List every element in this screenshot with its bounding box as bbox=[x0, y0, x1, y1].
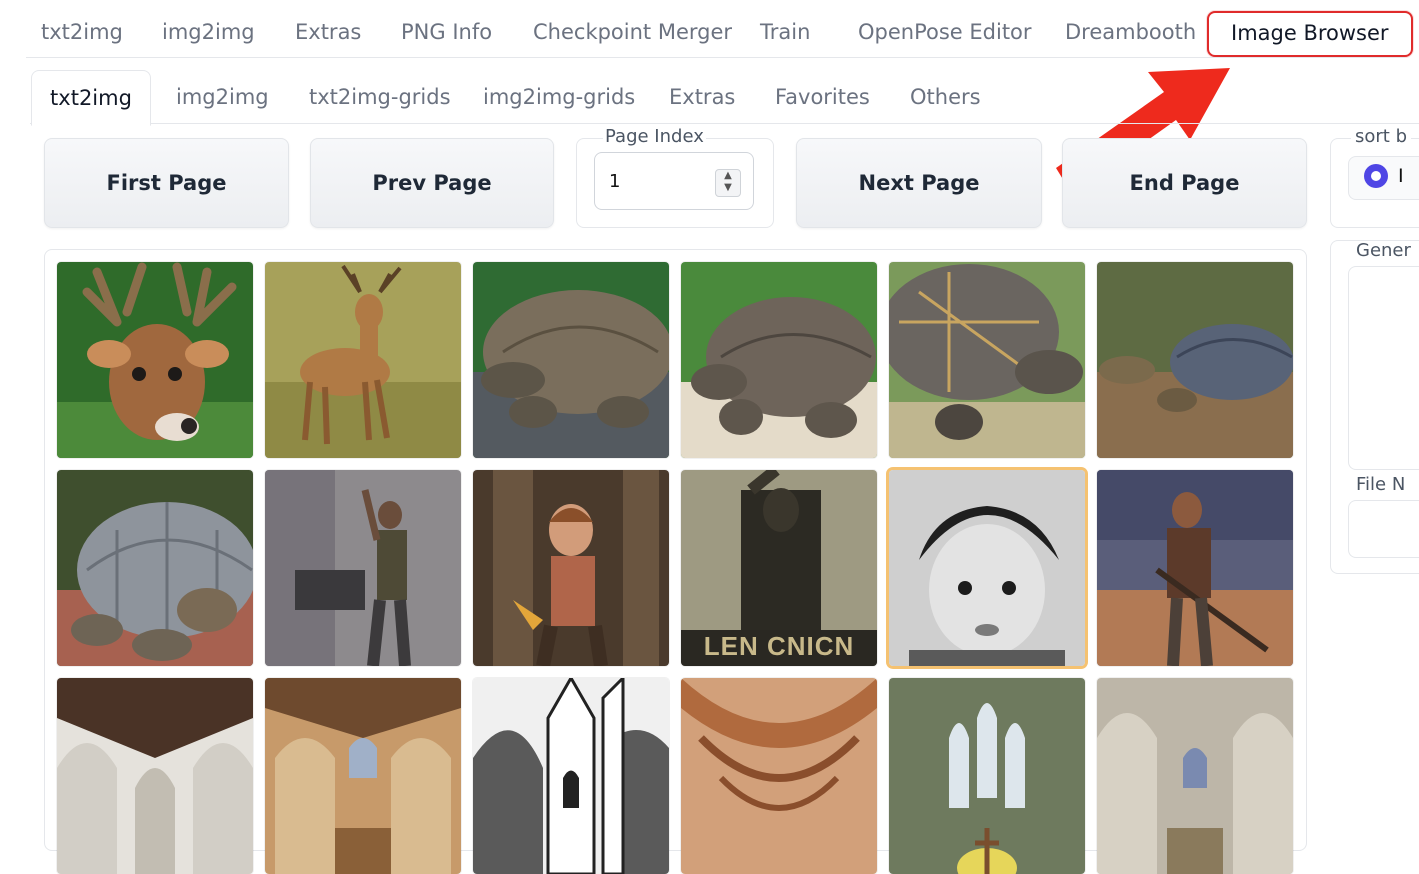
church-interior-image bbox=[265, 678, 461, 874]
image-gallery: LEN CNICN bbox=[44, 249, 1307, 874]
boy-reading-image bbox=[473, 470, 669, 666]
gallery-thumbnail-hunter[interactable] bbox=[1097, 470, 1293, 666]
tab-train[interactable]: Train bbox=[760, 10, 810, 54]
number-stepper-icon[interactable]: ▲ ▼ bbox=[715, 169, 741, 197]
turtle-image bbox=[681, 262, 877, 458]
tab-extras[interactable]: Extras bbox=[295, 10, 361, 54]
tab-image-browser[interactable]: Image Browser bbox=[1207, 11, 1413, 57]
sort-by-label: sort b bbox=[1351, 126, 1411, 147]
church-interior-image bbox=[681, 678, 877, 874]
church-sketch-image bbox=[473, 678, 669, 874]
gallery-thumbnail-deer-closeup[interactable] bbox=[57, 262, 253, 458]
gallery-thumbnail-turtle-3[interactable] bbox=[889, 262, 1085, 458]
inner-tab-divider bbox=[30, 123, 1419, 124]
subtab-others[interactable]: Others bbox=[910, 72, 981, 122]
image-browser-tab-bar: txt2img img2img txt2img-grids img2img-gr… bbox=[0, 66, 1419, 126]
main-tab-bar: txt2img img2img Extras PNG Info Checkpoi… bbox=[0, 0, 1419, 58]
gallery-thumbnail-church-6[interactable] bbox=[1097, 678, 1293, 874]
subtab-img2img-grids[interactable]: img2img-grids bbox=[483, 72, 635, 122]
gallery-thumbnail-church-1[interactable] bbox=[57, 678, 253, 874]
gallery-thumbnail-church-2[interactable] bbox=[265, 678, 461, 874]
church-interior-image bbox=[57, 678, 253, 874]
gallery-thumbnail-church-5[interactable] bbox=[889, 678, 1085, 874]
church-window-image bbox=[889, 678, 1085, 874]
gallery-thumbnail-turtle-4[interactable] bbox=[1097, 262, 1293, 458]
tab-bar-divider bbox=[26, 57, 1405, 58]
subtab-extras[interactable]: Extras bbox=[669, 72, 735, 122]
man-street-image bbox=[265, 470, 461, 666]
page-index-label: Page Index bbox=[603, 126, 706, 147]
page-index-input[interactable]: 1 ▲ ▼ bbox=[594, 152, 754, 210]
subtab-favorites[interactable]: Favorites bbox=[775, 72, 870, 122]
gallery-thumbnail-boy-book[interactable] bbox=[473, 470, 669, 666]
deer-field-image bbox=[265, 262, 461, 458]
turtle-image bbox=[57, 470, 253, 666]
generation-info-label: Gener bbox=[1356, 240, 1411, 261]
church-interior-image bbox=[1097, 678, 1293, 874]
tab-txt2img[interactable]: txt2img bbox=[41, 10, 123, 54]
tab-png-info[interactable]: PNG Info bbox=[401, 10, 492, 54]
tab-dreambooth[interactable]: Dreambooth bbox=[1065, 10, 1196, 54]
file-name-label: File N bbox=[1356, 474, 1406, 495]
subtab-img2img[interactable]: img2img bbox=[176, 72, 269, 122]
gallery-thumbnail-turtle-5[interactable] bbox=[57, 470, 253, 666]
gallery-thumbnail-deer-field[interactable] bbox=[265, 262, 461, 458]
page-index-value: 1 bbox=[609, 171, 621, 192]
gallery-thumbnail-turtle-1[interactable] bbox=[473, 262, 669, 458]
turtle-image bbox=[1097, 262, 1293, 458]
sort-option-label: I bbox=[1398, 165, 1404, 187]
next-page-button[interactable]: Next Page bbox=[796, 138, 1042, 228]
gallery-thumbnail-church-3[interactable] bbox=[473, 678, 669, 874]
prev-page-button[interactable]: Prev Page bbox=[310, 138, 554, 228]
gallery-thumbnail-child-portrait-selected[interactable] bbox=[889, 470, 1085, 666]
file-name-field[interactable] bbox=[1348, 500, 1419, 558]
tab-openpose-editor[interactable]: OpenPose Editor bbox=[858, 10, 1032, 54]
gallery-thumbnail-man-street[interactable] bbox=[265, 470, 461, 666]
gallery-thumbnail-movie-poster[interactable]: LEN CNICN bbox=[681, 470, 877, 666]
gallery-thumbnail-church-4[interactable] bbox=[681, 678, 877, 874]
first-page-button[interactable]: First Page bbox=[44, 138, 289, 228]
tab-img2img[interactable]: img2img bbox=[162, 10, 255, 54]
generation-info-textarea[interactable] bbox=[1348, 266, 1419, 470]
radio-selected-icon[interactable] bbox=[1364, 164, 1388, 188]
end-page-button[interactable]: End Page bbox=[1062, 138, 1307, 228]
tab-checkpoint-merger[interactable]: Checkpoint Merger bbox=[533, 10, 732, 54]
deer-image bbox=[57, 262, 253, 458]
subtab-txt2img[interactable]: txt2img bbox=[31, 70, 151, 126]
child-portrait-image bbox=[889, 470, 1085, 666]
turtle-image bbox=[473, 262, 669, 458]
turtle-image bbox=[889, 262, 1085, 458]
poster-title-text: LEN CNICN bbox=[703, 631, 855, 661]
gallery-thumbnail-turtle-2[interactable] bbox=[681, 262, 877, 458]
hunter-image bbox=[1097, 470, 1293, 666]
subtab-txt2img-grids[interactable]: txt2img-grids bbox=[309, 72, 451, 122]
